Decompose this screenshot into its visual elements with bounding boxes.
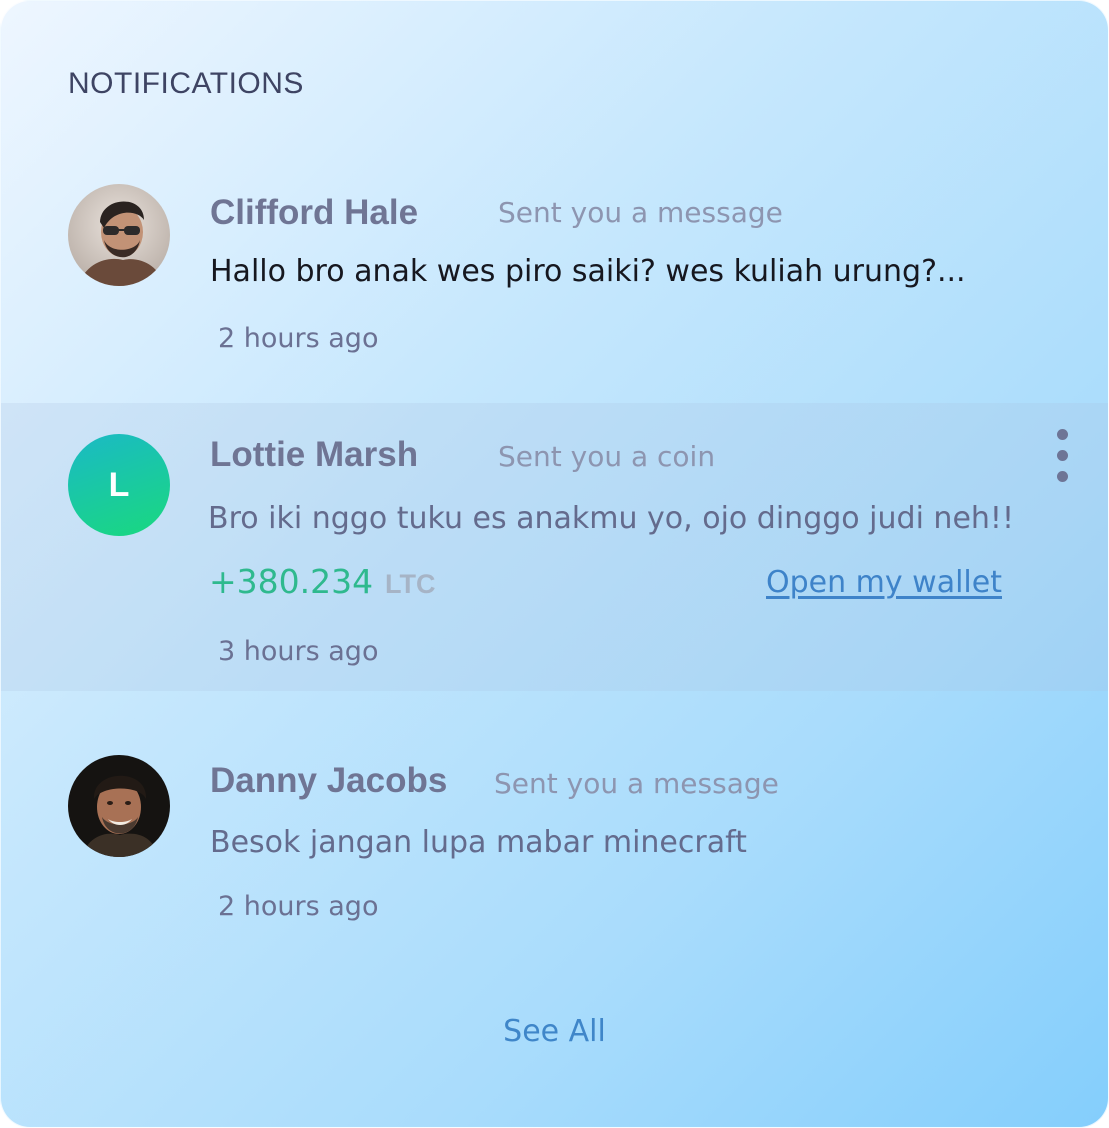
- message-preview: Besok jangan lupa mabar minecraft: [210, 825, 747, 860]
- timestamp: 2 hours ago: [218, 323, 379, 354]
- timestamp: 2 hours ago: [218, 891, 379, 922]
- avatar-photo-icon: [68, 755, 170, 857]
- panel-title: NOTIFICATIONS: [68, 67, 304, 100]
- sender-name: Danny Jacobs: [210, 761, 448, 800]
- message-preview: Hallo bro anak wes piro saiki? wes kulia…: [210, 254, 966, 289]
- notifications-panel: NOTIFICATIONS Clifford Hale Sent you a m…: [0, 0, 1109, 1128]
- coin-currency: LTC: [385, 569, 436, 599]
- message-preview: Bro iki nggo tuku es anakmu yo, ojo ding…: [208, 501, 1014, 536]
- notification-item[interactable]: L Lottie Marsh Sent you a coin Bro iki n…: [1, 403, 1108, 691]
- coin-amount: +380.234: [209, 562, 374, 601]
- notification-action: Sent you a message: [498, 196, 783, 229]
- avatar[interactable]: [68, 184, 170, 286]
- sender-name: Clifford Hale: [210, 193, 419, 232]
- see-all-link[interactable]: See All: [1, 1014, 1108, 1049]
- notification-action: Sent you a coin: [498, 440, 716, 473]
- notification-item[interactable]: Danny Jacobs Sent you a message Besok ja…: [1, 721, 1108, 961]
- timestamp: 3 hours ago: [218, 636, 379, 667]
- notification-action: Sent you a message: [494, 767, 779, 800]
- avatar[interactable]: [68, 755, 170, 857]
- avatar[interactable]: L: [68, 434, 170, 536]
- avatar-letter: L: [108, 465, 130, 504]
- open-wallet-link[interactable]: Open my wallet: [766, 565, 1002, 600]
- avatar-photo-icon: [68, 184, 170, 286]
- sender-name: Lottie Marsh: [210, 435, 419, 474]
- notification-item[interactable]: Clifford Hale Sent you a message Hallo b…: [1, 151, 1108, 401]
- more-vertical-icon[interactable]: [1049, 429, 1077, 485]
